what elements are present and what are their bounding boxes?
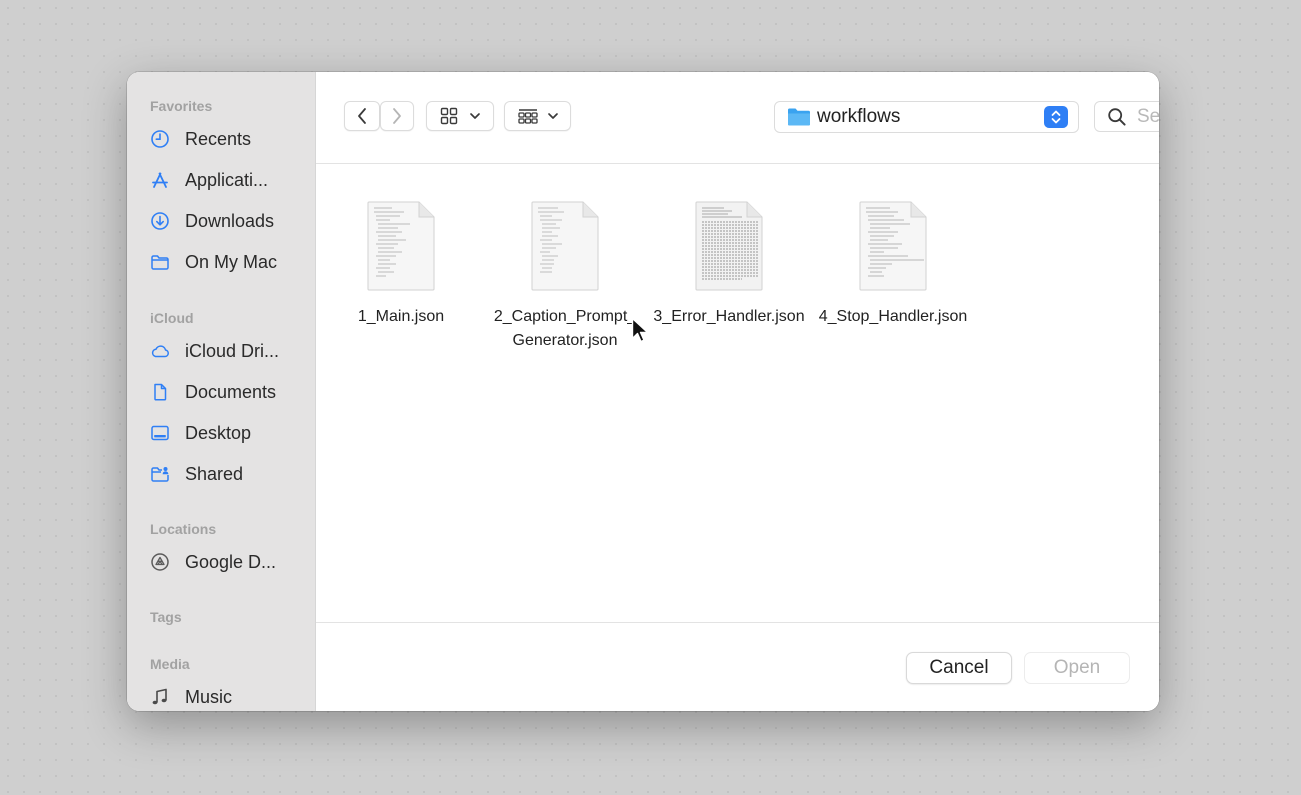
sidebar-item-label: Music [185, 686, 233, 707]
json-file-thumbnail-icon [695, 201, 763, 291]
cancel-button[interactable]: Cancel [906, 652, 1012, 684]
file-name: 1_Main.json [357, 308, 445, 325]
sidebar-item-downloads[interactable]: Downloads [149, 207, 299, 235]
shared-folder-icon [149, 463, 171, 485]
sidebar-item-label: On My Mac [185, 251, 278, 272]
document-icon [149, 381, 171, 403]
chevron-down-icon [547, 113, 558, 119]
music-note-icon [149, 686, 171, 708]
current-folder-name: workflows [817, 106, 901, 127]
sidebar-item-desktop[interactable]: Desktop [149, 419, 299, 447]
forward-button[interactable] [380, 101, 414, 131]
dialog-footer: Cancel Open [316, 622, 1159, 711]
sidebar-heading-locations: Locations [150, 521, 217, 537]
sidebar-heading-media: Media [150, 656, 190, 672]
folder-icon [149, 251, 171, 273]
toolbar: workflows [316, 72, 1159, 164]
sidebar-heading-favorites: Favorites [150, 98, 213, 114]
sidebar-item-label: Google D... [185, 551, 277, 572]
file-grid: 1_Main.json 2_Caption_Prompt_Generator.j… [316, 164, 1159, 622]
group-by-button[interactable] [504, 101, 571, 131]
sidebar-item-applications[interactable]: Applicati... [149, 166, 299, 194]
sidebar-item-shared[interactable]: Shared [149, 460, 299, 488]
sidebar-item-label: Recents [185, 128, 252, 149]
sidebar-item-label: Applicati... [185, 169, 269, 190]
sidebar-item-label: Documents [185, 381, 277, 402]
google-drive-icon [149, 551, 171, 573]
sidebar-item-documents[interactable]: Documents [149, 378, 299, 406]
json-file-thumbnail-icon [367, 201, 435, 291]
file-name: 2_Caption_Prompt_Generator.json [493, 308, 637, 349]
open-button[interactable]: Open [1024, 652, 1130, 684]
sidebar-item-icloud-drive[interactable]: iCloud Dri... [149, 337, 299, 365]
applications-icon [149, 169, 171, 191]
file-name: 3_Error_Handler.json [653, 308, 805, 325]
chevron-right-icon [393, 108, 401, 124]
file-name: 4_Stop_Handler.json [818, 308, 968, 325]
json-file-thumbnail-icon [859, 201, 927, 291]
location-popup[interactable]: workflows [774, 101, 1079, 133]
cloud-icon [149, 340, 171, 362]
file-item[interactable]: 1_Main.json [319, 200, 483, 329]
download-icon [149, 210, 171, 232]
folder-icon [788, 108, 810, 126]
grid-icon [440, 107, 458, 125]
sidebar-item-label: Downloads [185, 210, 275, 231]
sidebar-item-google-drive[interactable]: Google D... [149, 548, 299, 576]
mouse-pointer-icon [631, 317, 649, 343]
chevron-down-icon [470, 113, 480, 119]
file-item[interactable]: 4_Stop_Handler.json [811, 200, 975, 329]
json-file-thumbnail-icon [531, 201, 599, 291]
back-button[interactable] [344, 101, 380, 131]
file-item[interactable]: 2_Caption_Prompt_Generator.json [483, 200, 647, 353]
file-item[interactable]: 3_Error_Handler.json [647, 200, 811, 329]
clock-icon [149, 128, 171, 150]
sidebar-item-on-my-mac[interactable]: On My Mac [149, 248, 299, 276]
sidebar-item-music[interactable]: Music [149, 683, 299, 711]
search-field[interactable] [1094, 101, 1159, 132]
sidebar-item-label: Shared [185, 463, 244, 484]
desktop-icon [149, 422, 171, 444]
sidebar-heading-tags: Tags [150, 609, 182, 625]
popup-stepper-icon [1044, 106, 1068, 128]
search-input[interactable] [1135, 104, 1159, 129]
sidebar-heading-icloud: iCloud [150, 310, 194, 326]
group-icon [517, 109, 538, 124]
view-mode-button[interactable] [426, 101, 494, 131]
chevron-left-icon [358, 108, 366, 124]
sidebar-item-label: iCloud Dri... [185, 340, 280, 361]
search-icon [1108, 107, 1126, 126]
open-file-dialog: Favorites Recents Applicati... Downloads… [127, 72, 1159, 711]
sidebar-item-label: Desktop [185, 422, 252, 443]
sidebar: Favorites Recents Applicati... Downloads… [127, 72, 316, 711]
sidebar-item-recents[interactable]: Recents [149, 125, 299, 153]
